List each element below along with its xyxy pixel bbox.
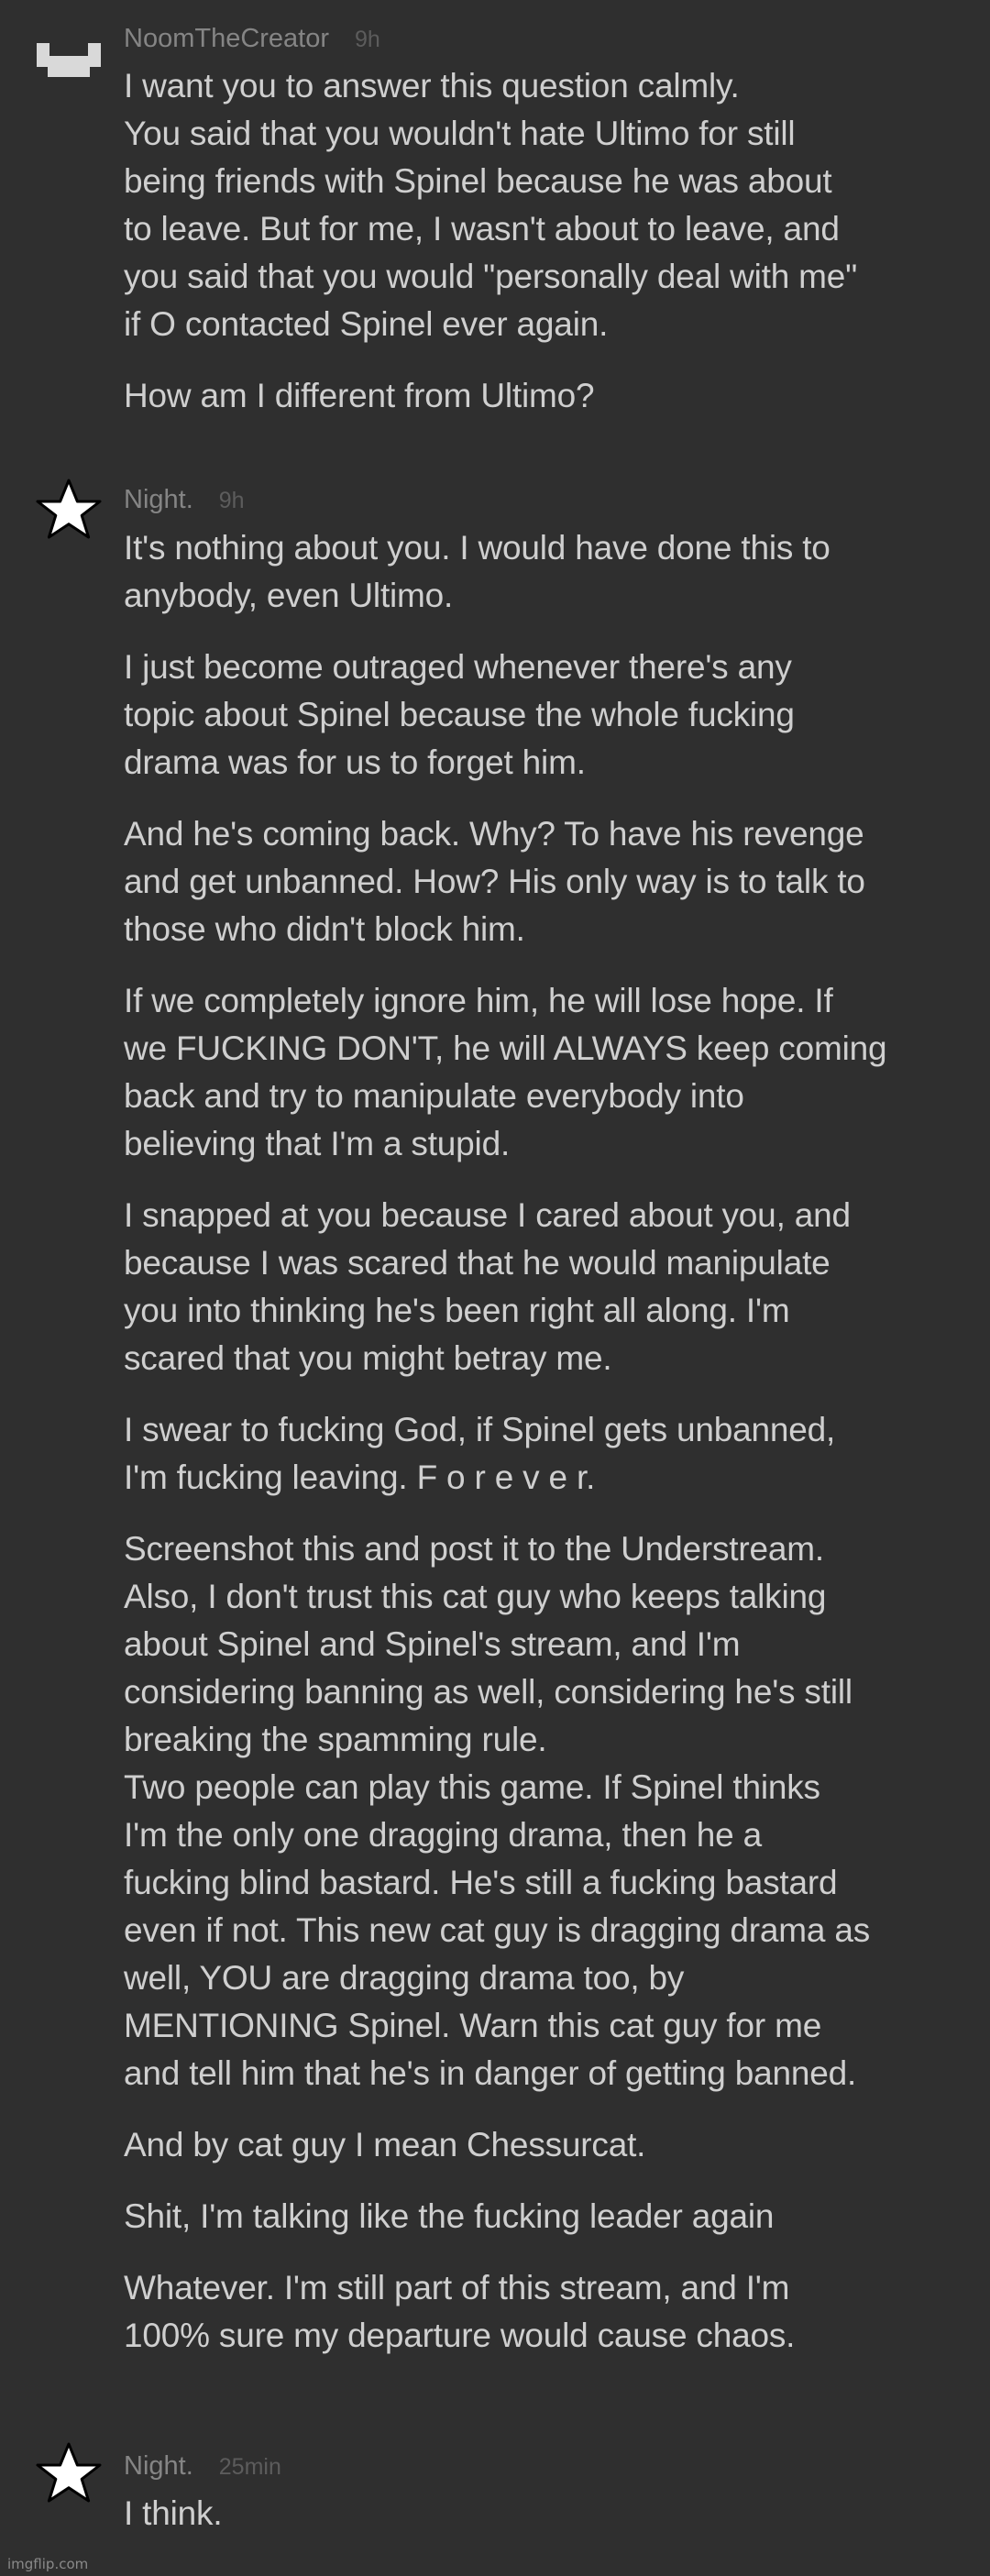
comment-paragraph: Screenshot this and post it to the Under… [124, 1530, 871, 2092]
comment-paragraph: I just become outraged whenever there's … [124, 648, 795, 781]
star-icon [36, 479, 102, 539]
comment-meta: Night. 25min [124, 2448, 281, 2484]
comment-body: It's nothing about you. I would have don… [124, 524, 962, 2360]
avatar[interactable] [35, 2440, 103, 2508]
comment-body: I think. [124, 2490, 962, 2537]
avatar[interactable] [35, 18, 103, 86]
timestamp: 9h [218, 488, 245, 513]
comment-paragraph: If we completely ignore him, he will los… [124, 982, 887, 1162]
author-name[interactable]: Night. [124, 2451, 193, 2481]
author-name[interactable]: Night. [124, 485, 193, 514]
comment-paragraph: How am I different from Ultimo? [124, 377, 595, 414]
comment-paragraph: I want you to answer this question calml… [124, 67, 858, 343]
author-name[interactable]: NoomTheCreator [124, 24, 329, 53]
comment-body: I want you to answer this question calml… [124, 62, 962, 420]
comment-paragraph: It's nothing about you. I would have don… [124, 529, 830, 614]
timestamp: 25min [218, 2454, 281, 2480]
avatar[interactable] [35, 477, 103, 545]
comment-paragraph: I swear to fucking God, if Spinel gets u… [124, 1411, 836, 1496]
timestamp: 9h [355, 27, 380, 52]
pixel-face-icon [37, 43, 101, 77]
comment-paragraph: And he's coming back. Why? To have his r… [124, 815, 865, 948]
comment-paragraph: And by cat guy I mean Chessurcat. [124, 2126, 646, 2163]
watermark: imgflip.com [7, 2556, 89, 2572]
comment-meta: Night. 9h [124, 481, 245, 518]
comment-paragraph: I snapped at you because I cared about y… [124, 1196, 851, 1377]
comment-paragraph: I think. [124, 2494, 223, 2532]
comment-meta: NoomTheCreator 9h [124, 20, 380, 57]
star-icon [36, 2442, 102, 2503]
comment-paragraph: Shit, I'm talking like the fucking leade… [124, 2197, 775, 2235]
comment-paragraph: Whatever. I'm still part of this stream,… [124, 2269, 796, 2354]
